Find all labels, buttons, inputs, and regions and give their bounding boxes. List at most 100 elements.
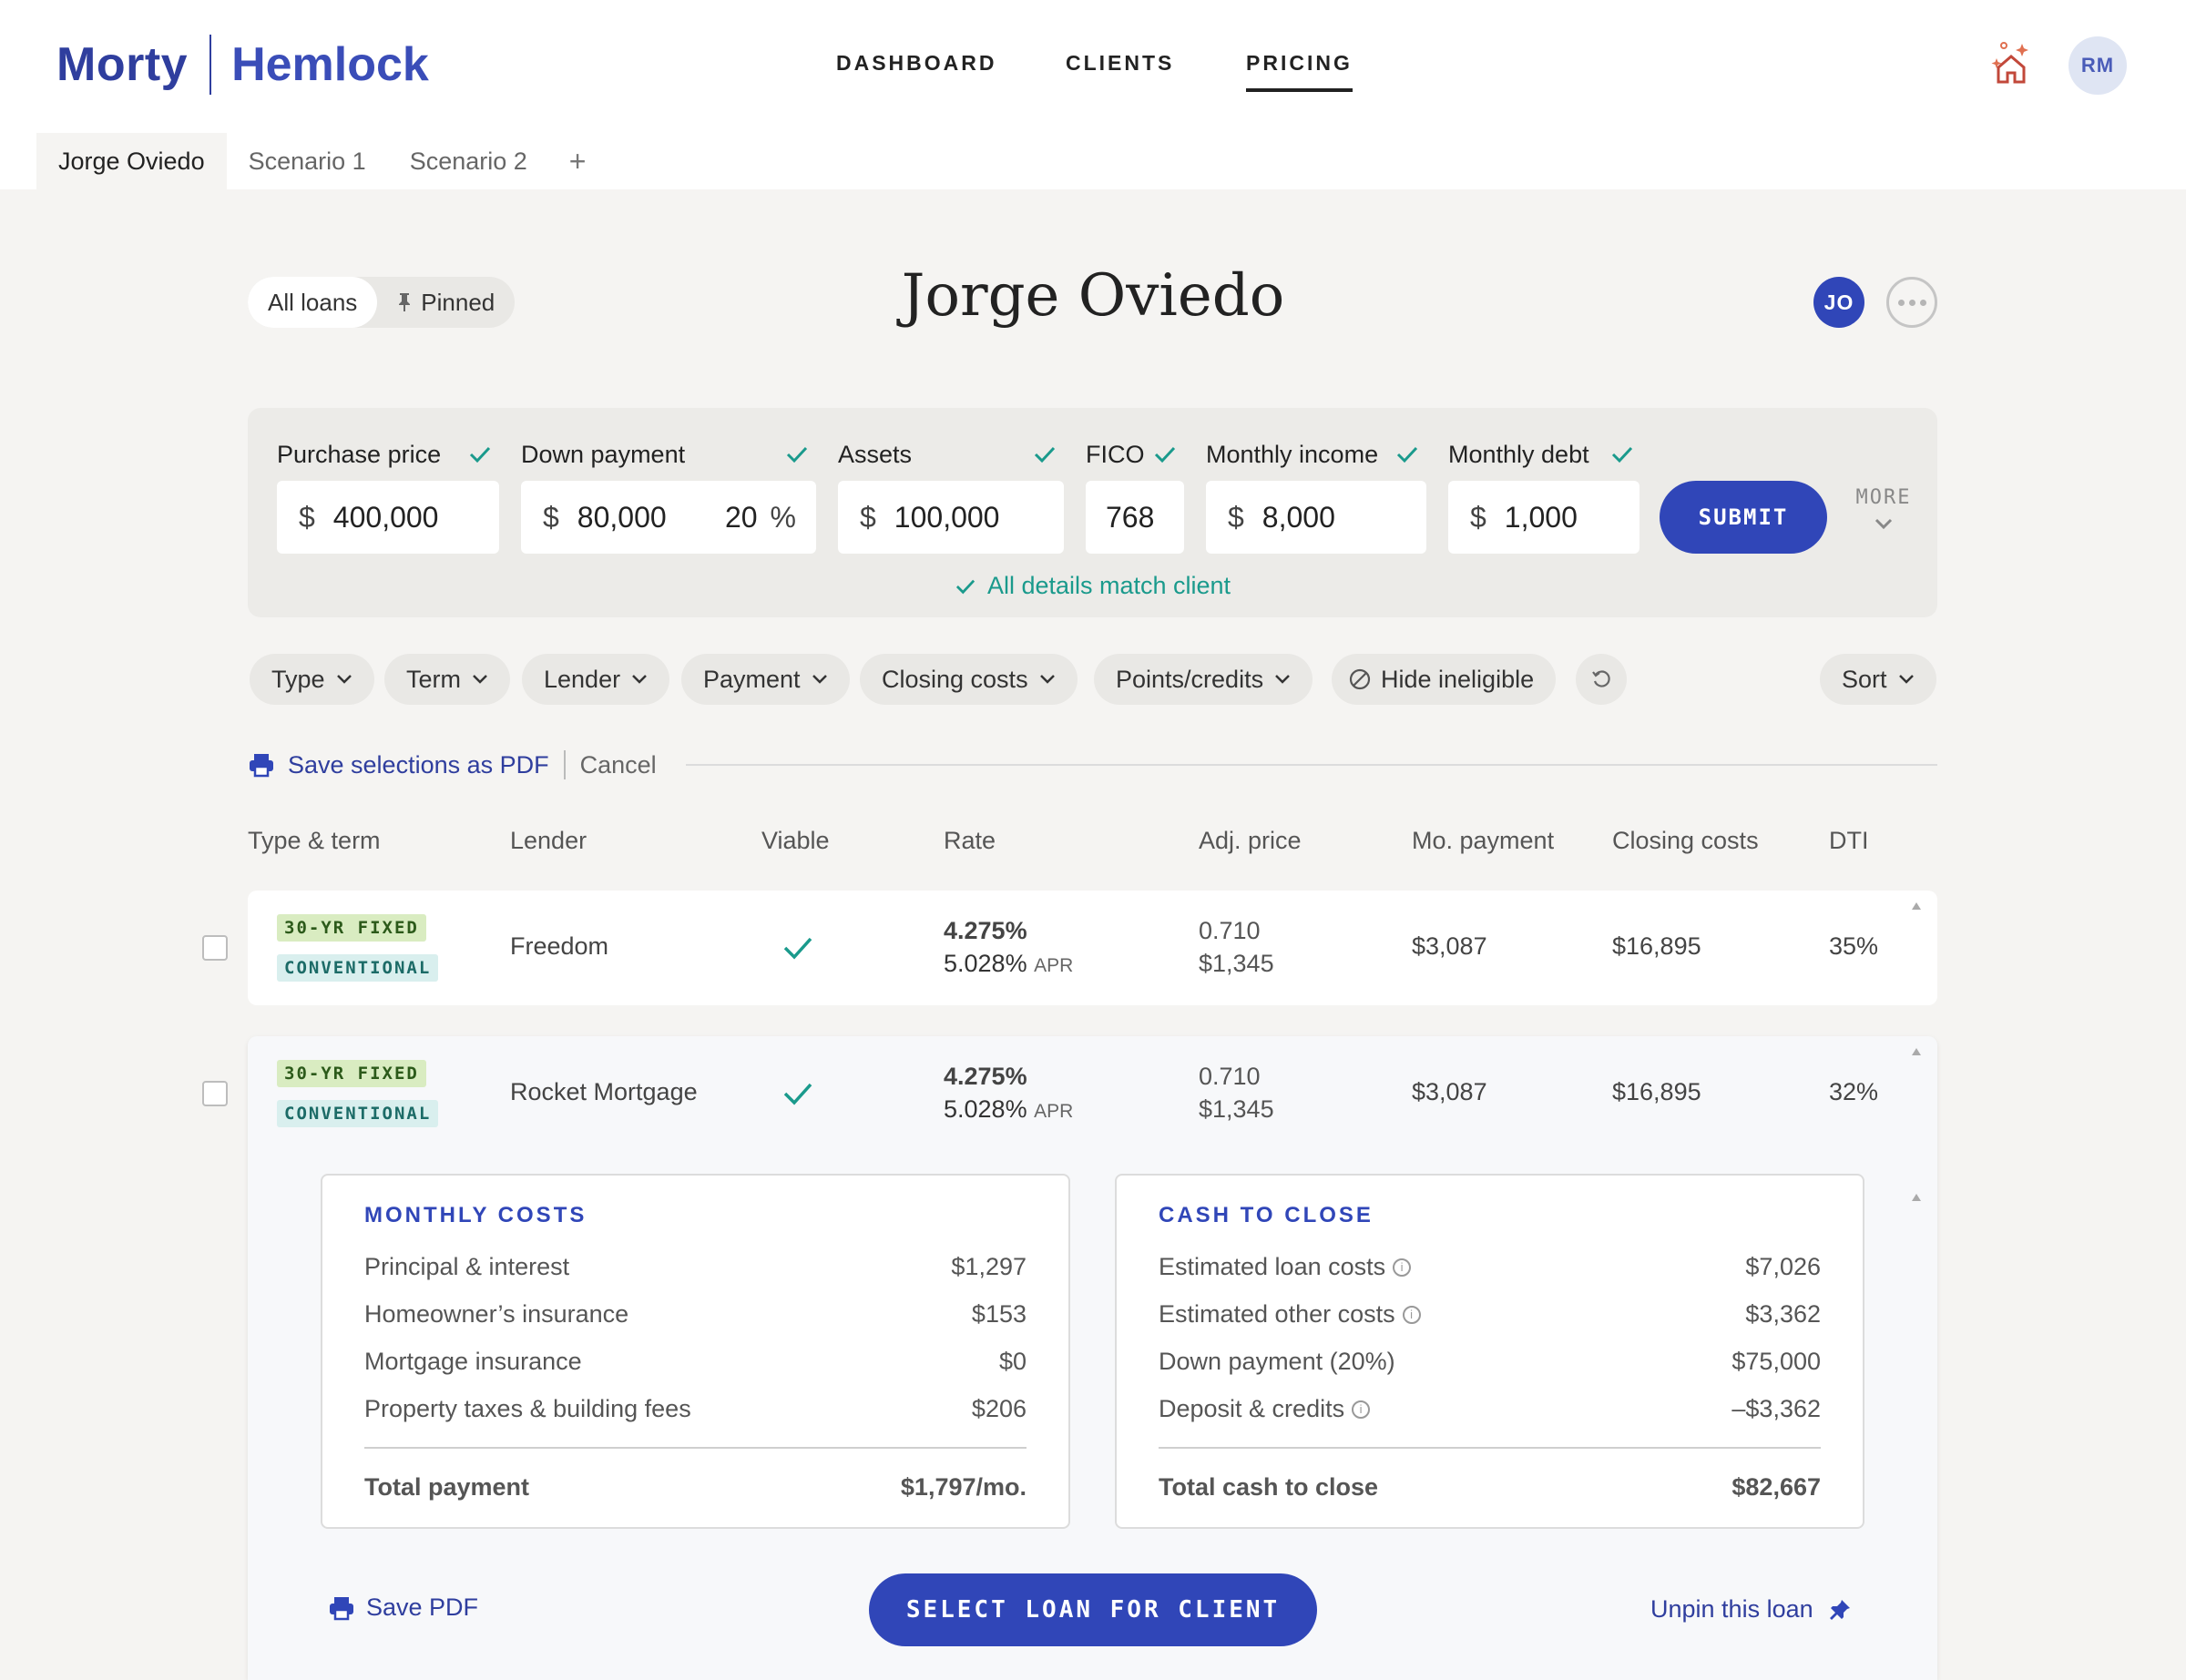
purchase-price-input[interactable]: $ 400,000	[277, 481, 499, 554]
down-payment-percent[interactable]: 20	[725, 501, 758, 535]
info-icon[interactable]: i	[1402, 1306, 1421, 1325]
submit-button[interactable]: SUBMIT	[1660, 481, 1827, 554]
unpin-label: Unpin this loan	[1650, 1595, 1813, 1623]
caret-up-icon[interactable]	[1911, 1047, 1922, 1056]
column-header-type-term[interactable]: Type & term	[248, 827, 381, 855]
cancel-link[interactable]: Cancel	[580, 751, 657, 779]
more-button[interactable]: MORE	[1847, 486, 1920, 536]
adj-points: 0.710	[1199, 917, 1261, 944]
column-header-lender[interactable]: Lender	[510, 827, 587, 855]
pin-icon	[1829, 1599, 1850, 1620]
chevron-down-icon	[1874, 518, 1893, 530]
filter-payment[interactable]: Payment	[681, 654, 850, 705]
prohibited-icon	[1349, 668, 1371, 690]
reset-icon	[1592, 670, 1610, 687]
monthly-income-input[interactable]: $ 8,000	[1206, 481, 1426, 554]
tab-scenario-1[interactable]: Scenario 1	[227, 133, 388, 189]
percent-symbol: %	[770, 500, 796, 534]
info-icon[interactable]: i	[1352, 1400, 1371, 1420]
more-options-icon[interactable]	[1886, 277, 1937, 328]
monthly-debt-input[interactable]: $ 1,000	[1448, 481, 1640, 554]
down-payment-input[interactable]: $ 80,000 20 %	[521, 481, 816, 554]
loan-inputs-panel: Purchase price $ 400,000 Down payment $ …	[248, 408, 1937, 617]
sort-dropdown[interactable]: Sort	[1820, 654, 1936, 705]
cost-label: Homeowner’s insurance	[364, 1299, 629, 1328]
match-status-text: All details match client	[986, 572, 1231, 599]
column-header-viable[interactable]: Viable	[761, 827, 830, 855]
filter-closing-costs[interactable]: Closing costs	[860, 654, 1078, 705]
user-avatar[interactable]: RM	[2069, 36, 2127, 95]
brand-name: Morty	[56, 38, 189, 91]
logo[interactable]: Morty Hemlock	[56, 35, 429, 95]
apr-value: 5.028%	[944, 1095, 1027, 1123]
column-header-closing-costs[interactable]: Closing costs	[1612, 827, 1759, 855]
filter-type-label: Type	[271, 665, 325, 693]
chevron-down-icon	[632, 675, 647, 684]
caret-up-icon[interactable]	[1911, 1193, 1922, 1202]
nav-pricing[interactable]: PRICING	[1246, 51, 1353, 92]
divider	[563, 750, 566, 779]
monthly-income-label: Monthly income	[1206, 441, 1379, 468]
chevron-down-icon	[1275, 675, 1290, 684]
check-icon	[1154, 446, 1176, 463]
column-header-adj-price[interactable]: Adj. price	[1199, 827, 1302, 855]
filter-term-label: Term	[406, 665, 461, 693]
list-item: Estimated loan costs i $7,026	[1159, 1250, 1821, 1283]
fico-value: 768	[1106, 500, 1155, 534]
fico-input[interactable]: 768	[1086, 481, 1184, 554]
monthly-costs-card: MONTHLY COSTS Principal & interest $1,29…	[321, 1174, 1070, 1529]
lender-name: Rocket Mortgage	[510, 1078, 698, 1105]
filter-payment-label: Payment	[703, 665, 801, 693]
column-header-mo-payment[interactable]: Mo. payment	[1412, 827, 1554, 855]
nav-dashboard[interactable]: DASHBOARD	[836, 51, 997, 76]
filter-points-credits[interactable]: Points/credits	[1094, 654, 1313, 705]
filter-term[interactable]: Term	[384, 654, 510, 705]
filter-lender-label: Lender	[544, 665, 621, 693]
column-header-rate[interactable]: Rate	[944, 827, 996, 855]
dti-value: 35%	[1829, 932, 1879, 960]
assets-input[interactable]: $ 100,000	[838, 481, 1064, 554]
row-select-checkbox[interactable]	[202, 1081, 228, 1106]
client-avatar[interactable]: JO	[1813, 277, 1864, 328]
filter-lender[interactable]: Lender	[522, 654, 670, 705]
nav-clients[interactable]: CLIENTS	[1066, 51, 1174, 76]
chevron-down-icon	[1039, 675, 1055, 684]
caret-up-icon[interactable]	[1911, 901, 1922, 911]
chevron-down-icon	[336, 675, 352, 684]
selection-bar: Save selections as PDF Cancel	[248, 747, 1937, 783]
check-icon	[783, 937, 812, 960]
app-header: Morty Hemlock DASHBOARD CLIENTS PRICING …	[0, 0, 2186, 189]
tab-client[interactable]: Jorge Oviedo	[36, 133, 227, 189]
cost-value: $3,362	[1745, 1299, 1821, 1328]
cost-label: Down payment (20%)	[1159, 1347, 1395, 1375]
total-value: $82,667	[1731, 1472, 1821, 1501]
filter-type[interactable]: Type	[250, 654, 374, 705]
row-select-checkbox[interactable]	[202, 935, 228, 961]
chevron-down-icon	[1898, 675, 1914, 684]
cash-to-close-title: CASH TO CLOSE	[1159, 1203, 1374, 1227]
currency-symbol: $	[299, 500, 315, 534]
divider-line	[685, 764, 1937, 766]
reset-filters-button[interactable]	[1576, 654, 1627, 705]
partner-name: Hemlock	[231, 38, 429, 91]
select-loan-button[interactable]: SELECT LOAN FOR CLIENT	[869, 1573, 1317, 1646]
dti-value: 32%	[1829, 1078, 1879, 1105]
loan-type-badge: CONVENTIONAL	[277, 954, 439, 982]
total-label: Total payment	[364, 1472, 530, 1501]
info-icon[interactable]: i	[1393, 1258, 1412, 1278]
save-selections-link[interactable]: Save selections as PDF	[288, 751, 549, 779]
hide-ineligible-toggle[interactable]: Hide ineligible	[1332, 654, 1557, 705]
column-header-dti[interactable]: DTI	[1829, 827, 1869, 855]
save-pdf-link[interactable]: Save PDF	[328, 1593, 478, 1622]
sort-label: Sort	[1842, 665, 1887, 693]
list-item: Down payment (20%) $75,000	[1159, 1345, 1821, 1378]
add-tab-button[interactable]: +	[549, 133, 607, 189]
table-row[interactable]: 30-YR FIXED CONVENTIONAL Freedom 4.275% …	[248, 891, 1937, 1005]
sparkle-home-icon[interactable]	[1989, 40, 2031, 86]
term-badge: 30-YR FIXED	[277, 1060, 426, 1087]
unpin-loan-link[interactable]: Unpin this loan	[1650, 1595, 1852, 1624]
tab-scenario-2[interactable]: Scenario 2	[388, 133, 549, 189]
filter-closing-costs-label: Closing costs	[882, 665, 1028, 693]
cost-label: Mortgage insurance	[364, 1347, 582, 1375]
purchase-price-value: 400,000	[332, 500, 439, 534]
